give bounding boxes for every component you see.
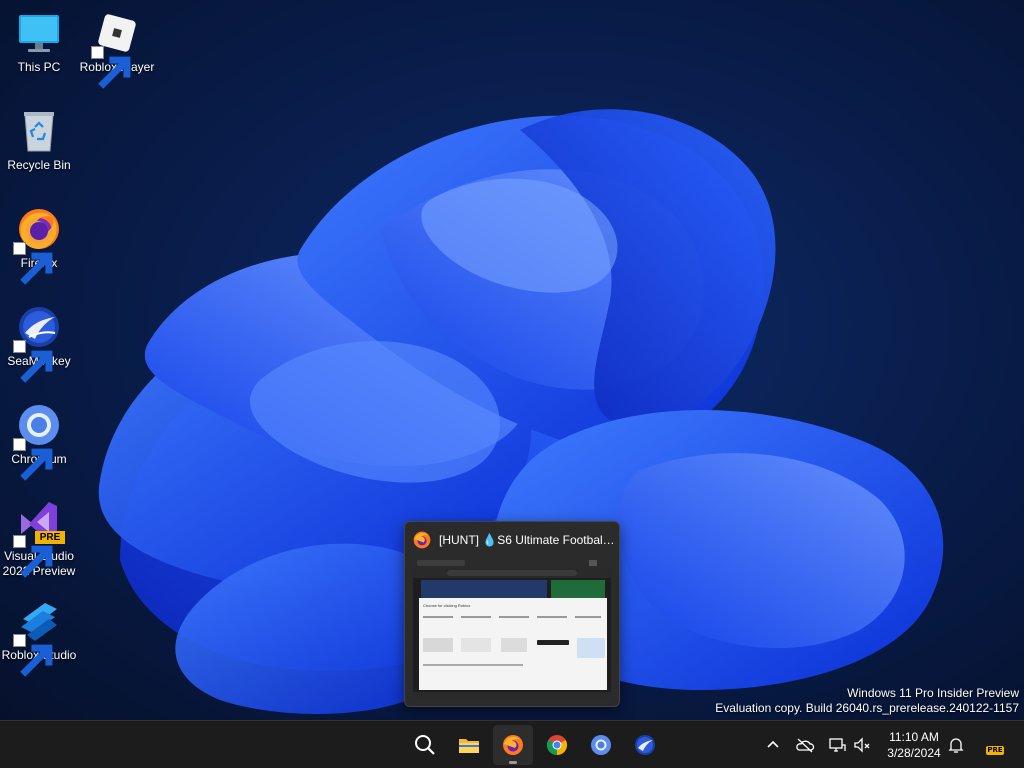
notification-bell-icon xyxy=(948,738,964,753)
recycle-bin-icon xyxy=(15,107,63,155)
preview-window-title: [HUNT] 💧S6 Ultimate Football ... xyxy=(439,533,615,547)
chromium-icon xyxy=(591,735,611,755)
desktop-icon-label: Recycle Bin xyxy=(7,158,71,172)
clock-date: 3/28/2024 xyxy=(887,746,941,760)
onedrive-icon xyxy=(796,738,815,753)
taskbar: 11:10 AM 3/28/2024 xyxy=(0,720,1024,768)
taskbar-search-button[interactable] xyxy=(405,725,445,765)
chrome-icon xyxy=(547,735,567,755)
seamonkey-icon xyxy=(635,735,655,755)
desktop-icon-roblox-player[interactable]: Roblox Player xyxy=(75,9,159,89)
running-indicator xyxy=(509,761,517,764)
firefox-icon xyxy=(13,205,63,285)
network-status-button[interactable] xyxy=(827,735,847,755)
taskbar-window-preview[interactable]: [HUNT] 💧S6 Ultimate Football ... Choose … xyxy=(404,521,620,707)
preview-dialog-title: Choose for clicking Roblox xyxy=(423,603,470,608)
shortcut-arrow-icon xyxy=(13,340,53,383)
preview-thumbnail[interactable]: Choose for clicking Roblox xyxy=(413,558,611,698)
taskbar-seamonkey-button[interactable] xyxy=(625,725,665,765)
notifications-button[interactable] xyxy=(946,735,966,755)
firefox-icon xyxy=(412,530,432,550)
volume-status-button[interactable] xyxy=(852,735,872,755)
desktop-icon-seamonkey[interactable]: SeaMonkey xyxy=(0,303,81,383)
roblox-studio-icon xyxy=(13,597,63,677)
onedrive-status-button[interactable] xyxy=(795,735,815,755)
taskbar-chromium-button[interactable] xyxy=(581,725,621,765)
chevron-up-icon xyxy=(767,740,779,748)
roblox-player-icon xyxy=(91,9,141,89)
desktop-icon-label: This PC xyxy=(17,60,61,74)
shortcut-arrow-icon xyxy=(13,535,53,578)
show-hidden-icons-button[interactable] xyxy=(763,735,783,755)
monitor-icon xyxy=(15,9,63,57)
desktop-icon-recycle-bin[interactable]: Recycle Bin xyxy=(0,107,81,173)
desktop-icon-this-pc[interactable]: This PC xyxy=(0,9,81,75)
chromium-icon xyxy=(13,401,63,481)
desktop-icon-chromium[interactable]: Chromium xyxy=(0,401,81,481)
taskbar-firefox-button[interactable] xyxy=(493,725,533,765)
desktop-icon-roblox-studio[interactable]: Roblox Studio xyxy=(0,597,81,677)
file-explorer-icon xyxy=(459,739,479,753)
taskbar-file-explorer-button[interactable] xyxy=(449,725,489,765)
clock-time: 11:10 AM xyxy=(889,730,939,744)
volume-muted-icon xyxy=(854,737,870,753)
desktop-icon-visual-studio-preview[interactable]: PRE Visual Studio 2022 Preview xyxy=(0,498,81,579)
shortcut-arrow-icon xyxy=(91,46,131,89)
insider-pre-badge: PRE xyxy=(986,746,1004,755)
seamonkey-icon xyxy=(13,303,63,383)
firefox-icon xyxy=(503,735,523,755)
watermark-build: Evaluation copy. Build 26040.rs_prerelea… xyxy=(715,701,1019,715)
shortcut-arrow-icon xyxy=(13,634,53,677)
network-icon xyxy=(829,738,846,752)
taskbar-chrome-button[interactable] xyxy=(537,725,577,765)
shortcut-arrow-icon xyxy=(13,438,53,481)
system-clock[interactable]: 11:10 AM 3/28/2024 xyxy=(880,729,948,761)
windows-evaluation-watermark: Windows 11 Pro Insider Preview Evaluatio… xyxy=(715,686,1019,716)
watermark-edition: Windows 11 Pro Insider Preview xyxy=(847,686,1019,700)
visual-studio-preview-icon: PRE xyxy=(13,498,65,578)
search-icon xyxy=(415,735,435,755)
desktop-icon-firefox[interactable]: Firefox xyxy=(0,205,81,285)
shortcut-arrow-icon xyxy=(13,242,53,285)
